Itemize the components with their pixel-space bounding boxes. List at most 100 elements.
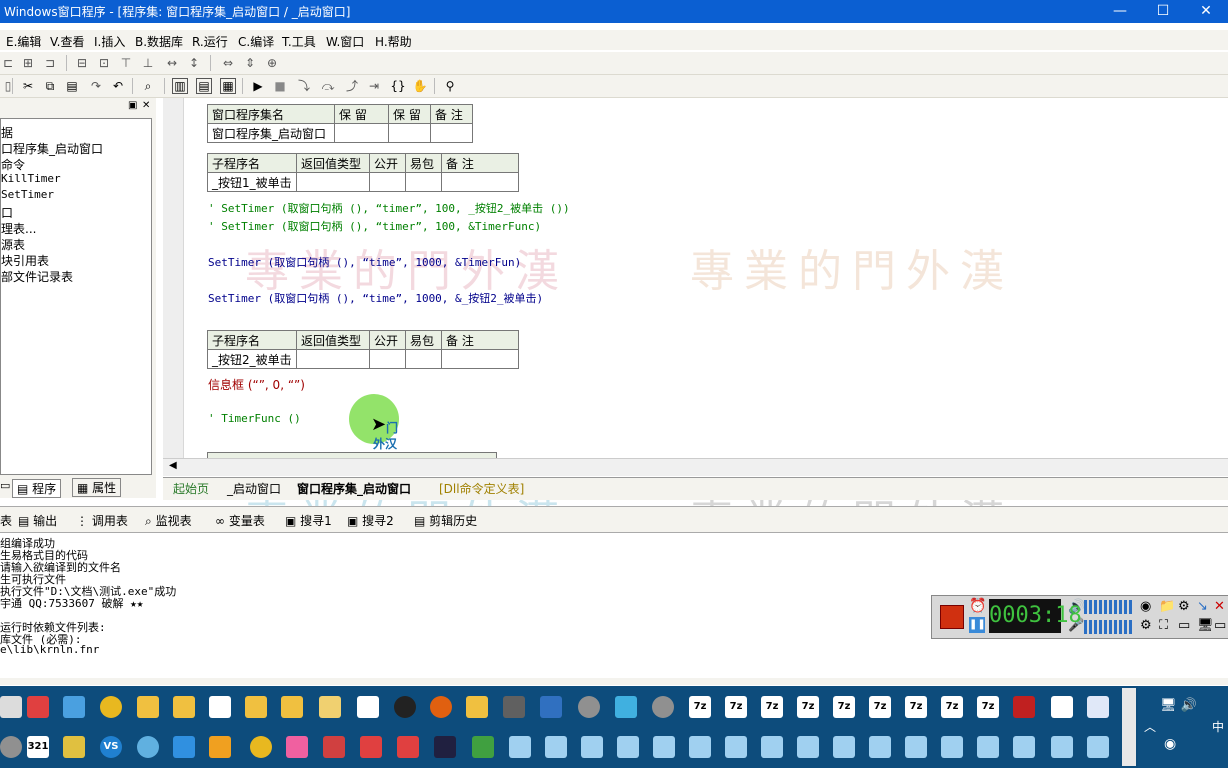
menu-run[interactable]: R.运行 (192, 33, 228, 50)
tab-clip-history[interactable]: ▤ 剪辑历史 (414, 512, 477, 529)
table-cell[interactable] (369, 172, 406, 192)
app-icon[interactable] (581, 736, 603, 758)
7zip-icon[interactable]: 7z (905, 696, 927, 718)
minimize-arrow-icon[interactable]: ↘ (1197, 599, 1208, 614)
scroll-left-icon[interactable]: ◀ (169, 460, 177, 471)
fullscreen-icon[interactable]: ⛶ (1159, 618, 1168, 633)
folder-icon[interactable]: 📁 (1159, 599, 1175, 614)
step-out-icon[interactable]: ⤴ (344, 78, 360, 94)
properties-icon[interactable]: ▯ (0, 78, 16, 94)
code-line-comment[interactable]: ' SetTimer (取窗口句柄 (), “timer”, 100, _按钮2… (208, 200, 570, 216)
chrome-icon[interactable] (100, 696, 122, 718)
align-left-icon[interactable]: ⊏ (0, 55, 16, 71)
menu-insert[interactable]: I.插入 (94, 33, 125, 50)
chrome-icon[interactable] (250, 736, 272, 758)
app-icon[interactable] (209, 736, 231, 758)
7zip-icon[interactable]: 7z (797, 696, 819, 718)
align-top-icon[interactable]: ⊤ (118, 55, 134, 71)
document-icon[interactable] (209, 696, 231, 718)
app-icon[interactable] (797, 736, 819, 758)
subroutine-name-cell[interactable]: _按钮2_被单击 (207, 349, 297, 369)
app-icon[interactable] (1051, 736, 1073, 758)
code-line[interactable]: SetTimer (取窗口句柄 (), “time”, 1000, &_按钮2_… (208, 290, 543, 306)
321-app-icon[interactable]: 321 (27, 736, 49, 758)
7zip-icon[interactable]: 7z (833, 696, 855, 718)
app-icon[interactable] (578, 696, 600, 718)
webcam-icon[interactable]: ◉ (1140, 599, 1151, 614)
table-cell[interactable] (441, 349, 519, 369)
alarm-clock-icon[interactable]: ⏰ (969, 598, 986, 614)
center-horizontal-icon[interactable]: ⊡ (96, 55, 112, 71)
app-icon[interactable] (833, 736, 855, 758)
same-width-icon[interactable]: ⇔ (220, 55, 236, 71)
window-app-icon[interactable] (357, 696, 379, 718)
folder-icon[interactable] (173, 696, 195, 718)
send-app-icon[interactable] (173, 736, 195, 758)
app-icon[interactable] (397, 736, 419, 758)
table-cell[interactable] (369, 349, 406, 369)
taskbar-app-icon[interactable] (0, 736, 22, 758)
tab-search1[interactable]: ▣ 搜寻1 (285, 512, 332, 529)
tab-startup-window[interactable]: _启动窗口 (227, 480, 281, 497)
menu-database[interactable]: B.数据库 (135, 33, 183, 50)
tree-item[interactable]: SetTimer (1, 188, 54, 201)
code-line-comment[interactable]: ' TimerFunc () (208, 412, 301, 425)
app-icon[interactable] (869, 736, 891, 758)
step-into-icon[interactable]: ⤵ (296, 78, 312, 94)
app-icon[interactable] (725, 736, 747, 758)
code-line[interactable]: 信息框 (“”, 0, “”) (208, 376, 305, 393)
tab-table[interactable]: 表 (0, 512, 12, 529)
tree-item[interactable]: 块引用表 (1, 252, 49, 269)
app-icon[interactable] (617, 736, 639, 758)
gear-small-icon[interactable]: ⚙ (1140, 618, 1152, 633)
menu-tools[interactable]: T.工具 (282, 33, 316, 50)
panel-close-icon[interactable]: ✕ (142, 100, 150, 111)
tab-call-stack[interactable]: ⋮ 调用表 (76, 512, 128, 529)
app-icon[interactable] (286, 736, 308, 758)
chevron-up-icon[interactable]: ︿ (1144, 718, 1156, 735)
tree-item[interactable]: 源表 (1, 236, 25, 253)
braces-icon[interactable]: {} (390, 78, 406, 94)
app-icon[interactable] (1013, 696, 1035, 718)
tree-item[interactable]: 口程序集_启动窗口 (1, 140, 103, 157)
tree-item[interactable]: 命令 (1, 156, 25, 173)
panel-restore-icon[interactable]: ▣ (128, 100, 137, 111)
code-line[interactable]: SetTimer (取窗口句柄 (), “time”, 1000, &Timer… (208, 254, 521, 270)
horizontal-scrollbar[interactable]: ◀ (163, 458, 1228, 476)
close-button[interactable]: ✕ (1186, 2, 1226, 21)
app-icon[interactable] (360, 736, 382, 758)
folder-icon[interactable] (245, 696, 267, 718)
layout-grid-icon[interactable]: ▦ (220, 78, 236, 94)
cut-icon[interactable]: ✂ (20, 78, 36, 94)
tab-output[interactable]: ▤ 输出 (18, 512, 57, 529)
app-icon[interactable] (905, 736, 927, 758)
taskbar-app-icon[interactable] (63, 696, 85, 718)
app-icon[interactable] (689, 736, 711, 758)
align-center-icon[interactable]: ⊞ (20, 55, 36, 71)
tree-item[interactable]: 口 (1, 204, 13, 221)
record-app-icon[interactable] (394, 696, 416, 718)
space-horizontal-icon[interactable]: ⊟ (74, 55, 90, 71)
app-icon[interactable] (1087, 736, 1109, 758)
align-width-icon[interactable]: ↔ (164, 55, 180, 71)
7zip-icon[interactable]: 7z (725, 696, 747, 718)
table-cell[interactable] (334, 123, 389, 143)
layout-panel-icon[interactable]: ▥ (172, 78, 188, 94)
taskbar-app-icon[interactable] (0, 696, 22, 718)
code-line-comment[interactable]: ' SetTimer (取窗口句柄 (), “timer”, 100, &Tim… (208, 218, 541, 234)
table-cell[interactable] (388, 123, 431, 143)
7zip-icon[interactable]: 7z (689, 696, 711, 718)
run-icon[interactable]: ▶ (250, 78, 266, 94)
network-volume-icons[interactable]: 🖥 🔊 (1160, 698, 1197, 713)
same-height-icon[interactable]: ⇕ (242, 55, 258, 71)
binoculars-icon[interactable]: ⚲ (442, 78, 458, 94)
tab-watch[interactable]: ⌕ 监视表 (145, 512, 192, 529)
step-over-icon[interactable]: ⤼ (320, 78, 336, 94)
input-method-indicator[interactable]: 中 (1212, 718, 1224, 735)
same-size-icon[interactable]: ⊕ (264, 55, 280, 71)
program-tree[interactable]: 据 口程序集_启动窗口 命令 KillTimer SetTimer 口 理表..… (0, 118, 152, 475)
app-icon[interactable] (761, 736, 783, 758)
tab-arrow-icon[interactable]: ▭ (0, 479, 10, 492)
tab-variables[interactable]: ∞ 变量表 (215, 512, 265, 529)
app-icon[interactable] (977, 736, 999, 758)
